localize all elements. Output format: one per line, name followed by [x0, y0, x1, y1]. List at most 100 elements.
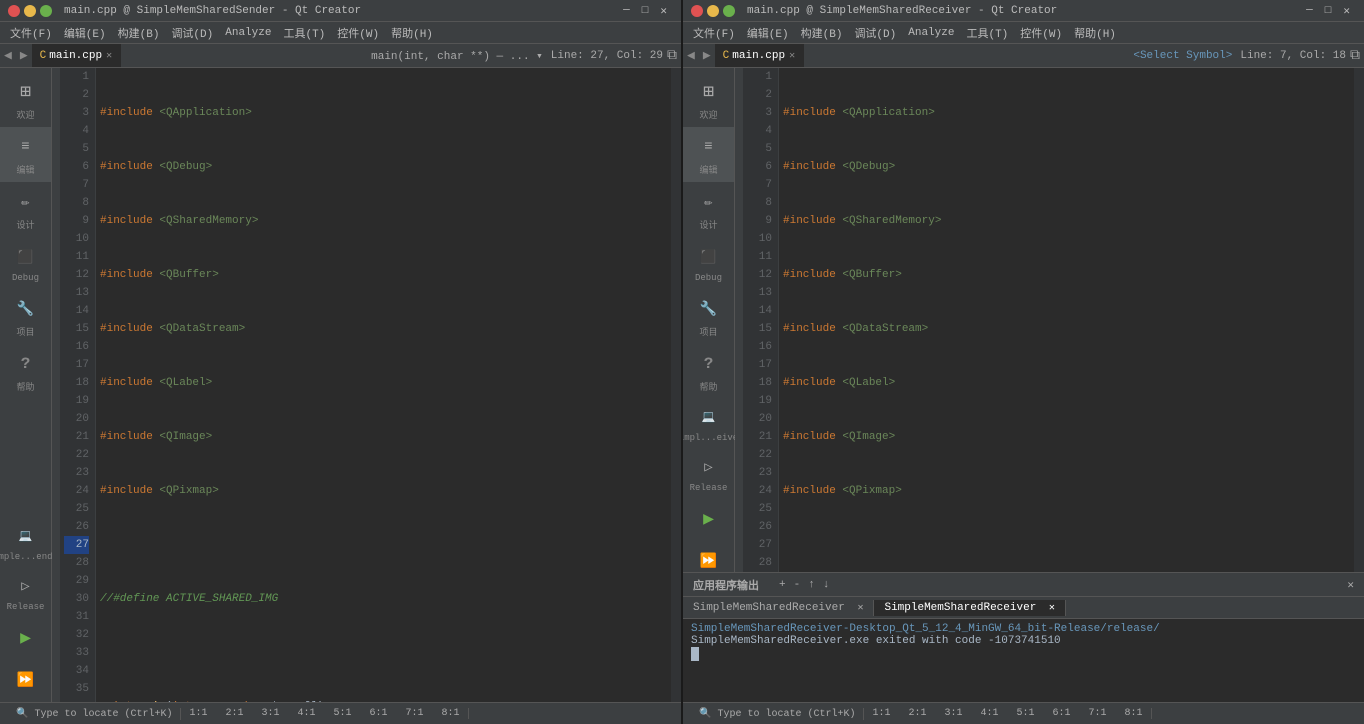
left-side-release[interactable]: ▷ Release — [0, 566, 51, 618]
right-minimize-button[interactable] — [707, 5, 719, 17]
right-code-area[interactable]: 12345 678910 1112131415 1617181920 21222… — [735, 68, 1364, 572]
left-side-run[interactable]: ▶ — [0, 618, 51, 660]
right-window-title: main.cpp @ SimpleMemSharedReceiver - Qt … — [747, 5, 1057, 17]
menu-help-left[interactable]: 帮助(H) — [385, 23, 439, 43]
projects-icon: 🔧 — [12, 295, 40, 323]
output-path: SimpleMemSharedReceiver-Desktop_Qt_5_12_… — [691, 623, 1356, 635]
right-side-welcome[interactable]: ⊞ 欢迎 — [683, 72, 734, 127]
left-split-icon[interactable]: ⧉ — [667, 48, 677, 64]
left-window-close-btn[interactable]: ✕ — [654, 4, 673, 18]
minimize-button[interactable] — [24, 5, 36, 17]
right-output-area: 应用程序输出 + - ↑ ↓ ✕ SimpleMemSharedReceiver… — [683, 572, 1364, 702]
left-tab-back[interactable]: ◀ — [0, 48, 16, 63]
right-side-run[interactable]: ▶ — [683, 499, 734, 541]
output-remove-btn[interactable]: - — [790, 579, 805, 591]
menu-analyze-right[interactable]: Analyze — [902, 25, 960, 41]
menu-file-left[interactable]: 文件(F) — [4, 23, 58, 43]
right-gutter-expand — [735, 68, 743, 572]
right-side-release[interactable]: ▷ Release — [683, 447, 734, 499]
left-side-projects[interactable]: 🔧 项目 — [0, 289, 51, 344]
right-tab-status[interactable]: <Select Symbol> — [1133, 50, 1232, 62]
output-tab-sender[interactable]: SimpleMemSharedReceiver ✕ — [683, 600, 874, 616]
menu-edit-right[interactable]: 编辑(E) — [741, 23, 795, 43]
right-tab-fwd[interactable]: ▶ — [699, 48, 715, 63]
left-side-debug[interactable]: ⬛ Debug — [0, 237, 51, 289]
right-edit-icon: ≡ — [695, 133, 723, 161]
left-side-help[interactable]: ? 帮助 — [0, 344, 51, 399]
menu-analyze-left[interactable]: Analyze — [219, 25, 277, 41]
run-icon: ▶ — [12, 624, 40, 652]
right-status-search[interactable]: 🔍 Type to locate (Ctrl+K) — [691, 708, 864, 720]
left-side-step[interactable]: ⏩ — [0, 660, 51, 702]
right-split-icon[interactable]: ⧉ — [1350, 48, 1360, 64]
right-debug-icon: ⬛ — [695, 243, 723, 271]
right-window-min-btn[interactable]: ─ — [1300, 5, 1319, 17]
left-side-kit[interactable]: 💻 Simple...ender — [0, 518, 51, 566]
menu-tools-left[interactable]: 工具(T) — [277, 23, 331, 43]
right-maximize-button[interactable] — [723, 5, 735, 17]
right-status-pos: 1:1 2:1 3:1 4:1 5:1 6:1 7:1 8:1 — [864, 708, 1151, 719]
right-status-bar: 🔍 Type to locate (Ctrl+K) 1:1 2:1 3:1 4:… — [683, 702, 1364, 724]
right-window-close-btn[interactable]: ✕ — [1337, 4, 1356, 18]
left-tab-fwd[interactable]: ▶ — [16, 48, 32, 63]
left-side-edit[interactable]: ≡ 编辑 — [0, 127, 51, 182]
left-title-bar: main.cpp @ SimpleMemSharedSender - Qt Cr… — [0, 0, 681, 22]
left-code-content[interactable]: #include <QApplication> #include <QDebug… — [96, 68, 671, 702]
menu-debug-left[interactable]: 调试(D) — [165, 23, 219, 43]
right-side-debug[interactable]: ⬛ Debug — [683, 237, 734, 289]
right-close-button[interactable] — [691, 5, 703, 17]
menu-help-right[interactable]: 帮助(H) — [1068, 23, 1122, 43]
left-scrollbar[interactable] — [671, 68, 681, 702]
output-close-btn[interactable]: ✕ — [1343, 578, 1358, 592]
right-side-step[interactable]: ⏩ — [683, 541, 734, 572]
left-side-welcome[interactable]: ⊞ 欢迎 — [0, 72, 51, 127]
right-tab-bar: ◀ ▶ C main.cpp ✕ <Select Symbol> Line: 7… — [683, 44, 1364, 68]
menu-file-right[interactable]: 文件(F) — [687, 23, 741, 43]
right-side-projects[interactable]: 🔧 项目 — [683, 289, 734, 344]
menu-debug-right[interactable]: 调试(D) — [848, 23, 902, 43]
left-code-area[interactable]: 12345 678910 1112131415 1617181920 21222… — [52, 68, 681, 702]
left-tab-close[interactable]: ✕ — [106, 50, 112, 62]
output-up-btn[interactable]: ↑ — [804, 579, 819, 591]
right-side-edit[interactable]: ≡ 编辑 — [683, 127, 734, 182]
output-add-btn[interactable]: + — [775, 579, 790, 591]
right-main-tab[interactable]: C main.cpp ✕ — [715, 44, 804, 67]
left-main-tab[interactable]: C main.cpp ✕ — [32, 44, 121, 67]
right-tab-back[interactable]: ◀ — [683, 48, 699, 63]
menu-widgets-right[interactable]: 控件(W) — [1014, 23, 1068, 43]
right-tab-label: main.cpp — [732, 50, 785, 62]
menu-tools-right[interactable]: 工具(T) — [960, 23, 1014, 43]
right-projects-icon: 🔧 — [695, 295, 723, 323]
left-window-max-btn[interactable]: □ — [636, 5, 655, 17]
right-side-help[interactable]: ? 帮助 — [683, 344, 734, 399]
right-code-with-sidebar: ⊞ 欢迎 ≡ 编辑 ✏ 设计 ⬛ Debug — [683, 68, 1364, 572]
right-side-design[interactable]: ✏ 设计 — [683, 182, 734, 237]
close-button[interactable] — [8, 5, 20, 17]
right-side-kit[interactable]: 💻 Simpl...eiver — [683, 399, 734, 447]
menu-edit-left[interactable]: 编辑(E) — [58, 23, 112, 43]
left-tab-label: main.cpp — [49, 50, 102, 62]
output-exit-line: SimpleMemSharedReceiver.exe exited with … — [691, 635, 1356, 647]
output-tab-receiver-close[interactable]: ✕ — [1049, 603, 1055, 614]
menu-build-left[interactable]: 构建(B) — [112, 23, 166, 43]
output-tab-receiver[interactable]: SimpleMemSharedReceiver ✕ — [874, 600, 1065, 616]
right-scrollbar[interactable] — [1354, 68, 1364, 572]
output-cursor — [691, 647, 699, 661]
left-window-min-btn[interactable]: ─ — [617, 5, 636, 17]
release-icon: ▷ — [12, 572, 40, 600]
left-status-search[interactable]: 🔍 Type to locate (Ctrl+K) — [8, 708, 181, 720]
right-menu-bar: 文件(F) 编辑(E) 构建(B) 调试(D) Analyze 工具(T) 控件… — [683, 22, 1364, 44]
right-code-content[interactable]: #include <QApplication> #include <QDebug… — [779, 68, 1354, 572]
output-tab-sender-close[interactable]: ✕ — [857, 603, 863, 614]
left-side-design[interactable]: ✏ 设计 — [0, 182, 51, 237]
maximize-button[interactable] — [40, 5, 52, 17]
right-window-max-btn[interactable]: □ — [1319, 5, 1338, 17]
output-label: 应用程序输出 — [689, 577, 763, 593]
output-cursor-line — [691, 647, 1356, 661]
menu-widgets-left[interactable]: 控件(W) — [331, 23, 385, 43]
menu-build-right[interactable]: 构建(B) — [795, 23, 849, 43]
output-down-btn[interactable]: ↓ — [819, 579, 834, 591]
kit-icon: 💻 — [12, 522, 40, 550]
right-tab-close[interactable]: ✕ — [789, 50, 795, 62]
left-gutter-expand — [52, 68, 60, 702]
